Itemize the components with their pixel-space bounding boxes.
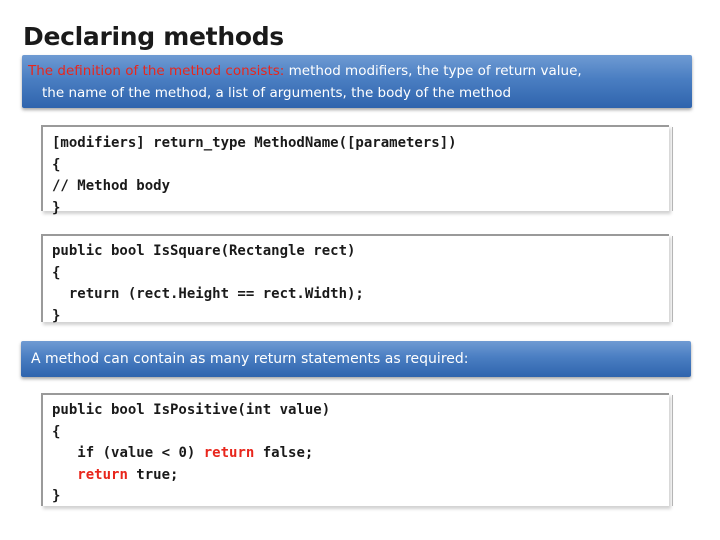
code-line: [modifiers] return_type MethodName([para…	[52, 135, 457, 151]
return-note-banner: A method can contain as many return stat…	[21, 341, 691, 377]
code-line: return true;	[52, 465, 669, 487]
definition-label: The definition of the method consists:	[28, 63, 285, 79]
syntax-code-block: [modifiers] return_type MethodName([para…	[41, 125, 673, 216]
code-text: if (value < 0)	[77, 445, 204, 461]
definition-banner: The definition of the method consists: m…	[22, 55, 692, 108]
return-keyword: return	[203, 445, 255, 461]
code-line: {	[52, 264, 61, 281]
code-line: {	[52, 423, 61, 440]
code-line: // Method body	[52, 178, 171, 194]
code-line: public bool IsSquare(Rectangle rect)	[52, 243, 356, 259]
code-line: }	[52, 199, 61, 216]
slide-title: Declaring methods	[23, 22, 284, 51]
is-square-code-block: public bool IsSquare(Rectangle rect) { re…	[41, 234, 673, 324]
code-text: false;	[254, 445, 314, 461]
definition-text-1: method modifiers, the type of return val…	[284, 63, 582, 79]
code-line: if (value < 0) return false;	[52, 443, 669, 465]
definition-line-1: The definition of the method consists: m…	[28, 60, 684, 82]
code-line: }	[52, 307, 61, 324]
code-line: return (rect.Height == rect.Width);	[52, 286, 364, 302]
code-line: }	[52, 488, 61, 504]
code-text: true;	[127, 466, 179, 483]
return-keyword: return	[77, 466, 128, 483]
code-line: public bool IsPositive(int value)	[52, 402, 331, 418]
is-positive-code-block: public bool IsPositive(int value) { if (v…	[41, 393, 673, 506]
definition-line-2: the name of the method, a list of argume…	[42, 85, 512, 101]
code-line: {	[52, 156, 61, 173]
